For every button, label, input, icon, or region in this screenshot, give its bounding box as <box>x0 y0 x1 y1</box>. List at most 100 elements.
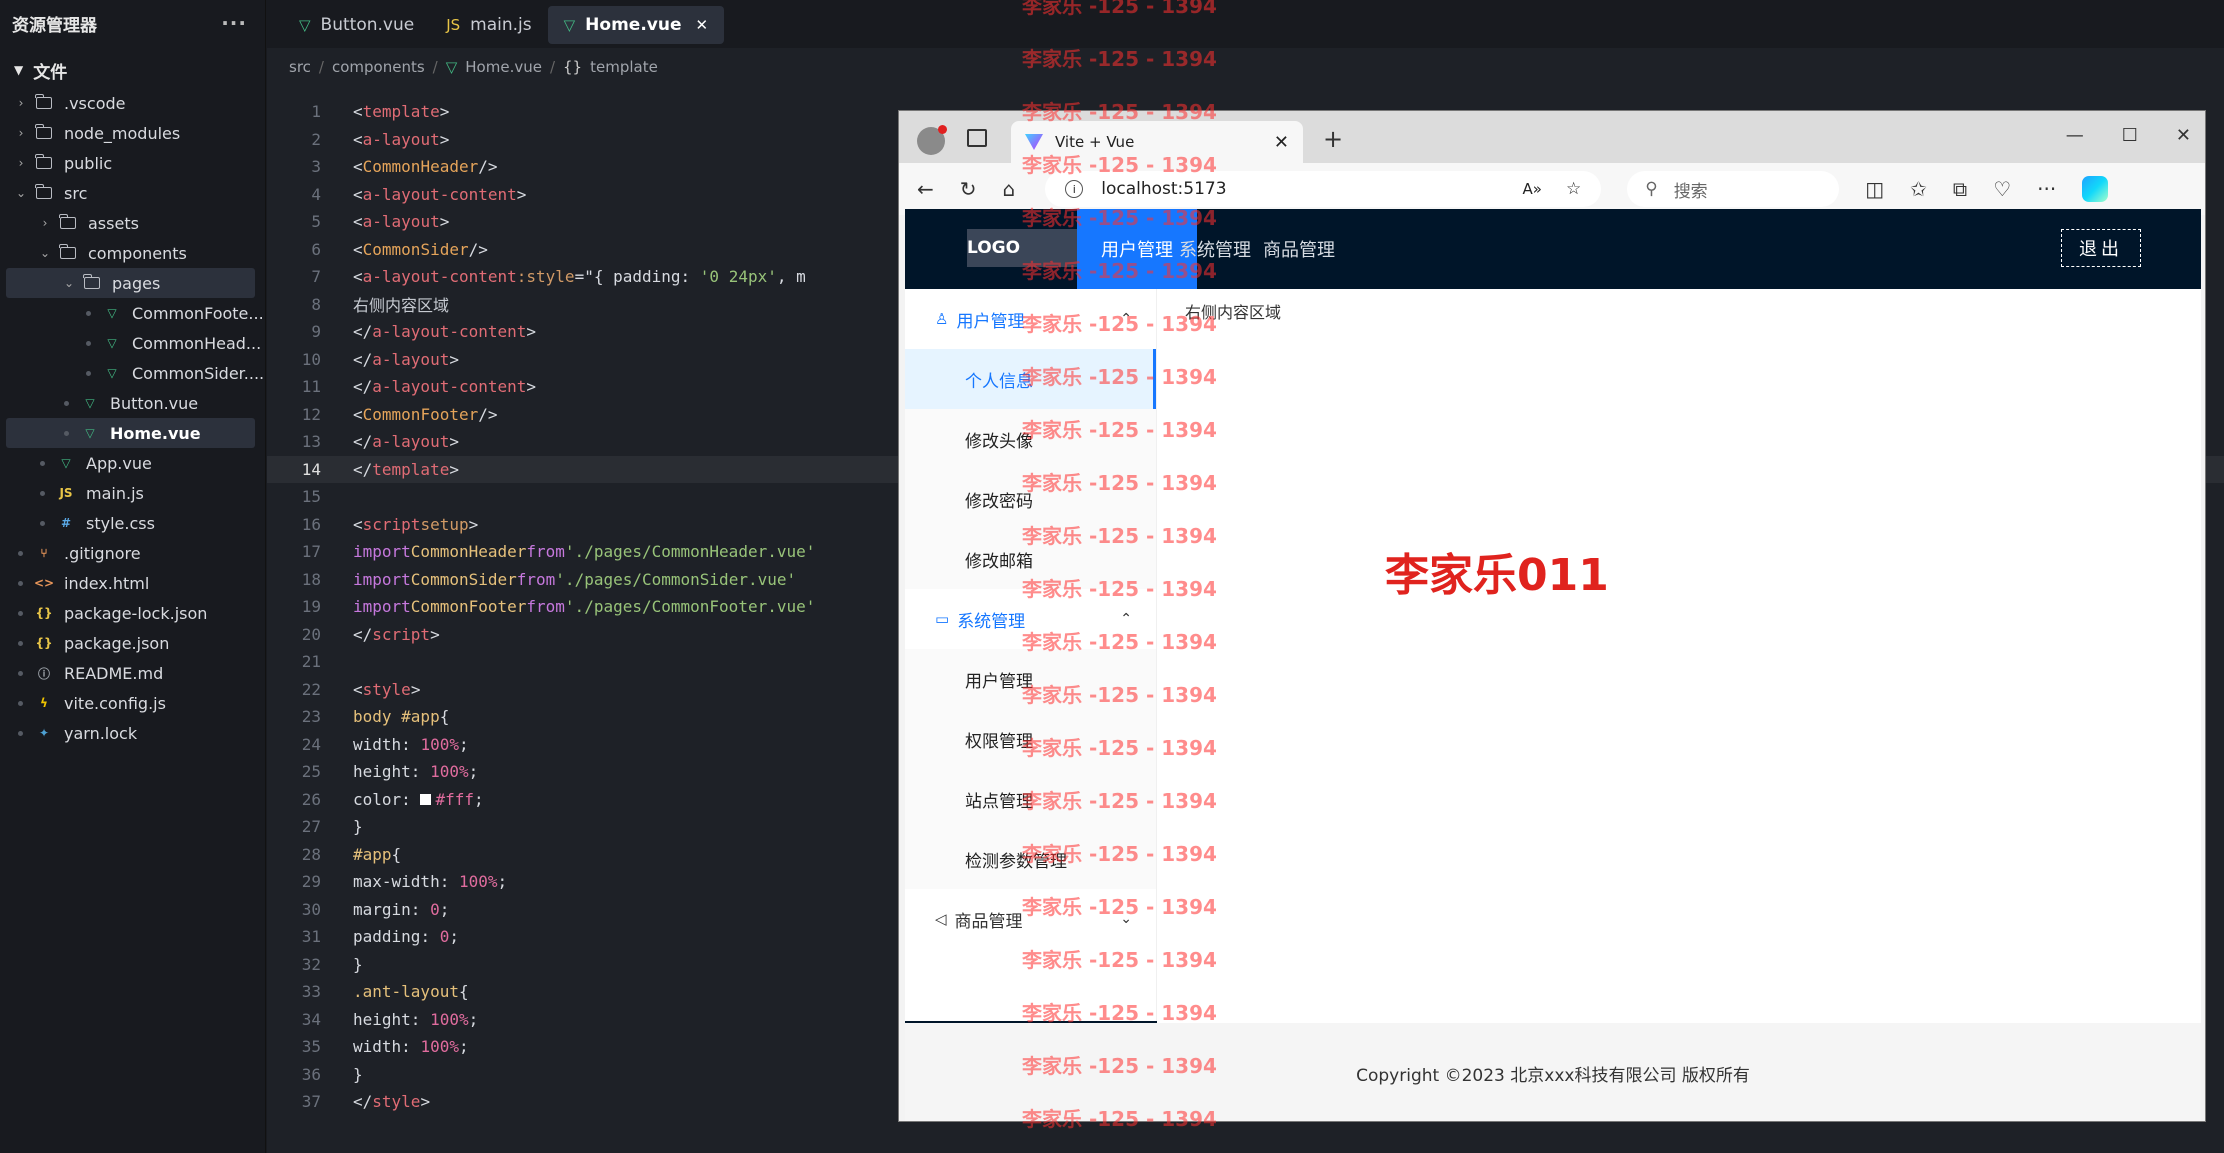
menu-item-password[interactable]: 修改密码 <box>905 469 1156 529</box>
menu-item-avatar[interactable]: 修改头像 <box>905 409 1156 469</box>
tree-item-public[interactable]: › public <box>0 148 265 178</box>
explorer-title: 资源管理器 <box>12 15 97 36</box>
close-icon[interactable]: ✕ <box>696 16 709 34</box>
chevron-right-icon: › <box>18 156 24 170</box>
tree-item-assets[interactable]: › assets <box>0 208 265 238</box>
submenu-goods[interactable]: ◁ 商品管理 ⌄ <box>905 889 1156 949</box>
notification-icon: ◁ <box>935 910 947 928</box>
breadcrumb-item[interactable]: Home.vue <box>465 58 542 76</box>
menu-item-email[interactable]: 修改邮箱 <box>905 529 1156 589</box>
html-icon: <> <box>33 576 55 590</box>
collections-icon[interactable]: ⧉ <box>1953 177 1967 201</box>
submenu-system[interactable]: ▭ 系统管理 ⌃ <box>905 589 1156 649</box>
modified-dot <box>18 580 23 586</box>
favorite-star-icon[interactable]: ☆ <box>1566 179 1581 199</box>
tree-item-commonsider[interactable]: ▽ CommonSider.... <box>0 358 265 388</box>
tree-item-src[interactable]: ⌄ src <box>0 178 265 208</box>
vue-icon: ▽ <box>563 16 576 34</box>
files-section[interactable]: ▼ 文件 <box>0 56 265 84</box>
tab-main-js[interactable]: JS main.js <box>430 6 547 44</box>
menu-item-params[interactable]: 检测参数管理 <box>905 829 1156 889</box>
back-icon[interactable]: ← <box>917 177 934 201</box>
chevron-up-icon: ⌃ <box>1120 611 1132 627</box>
modified-dot <box>64 430 69 436</box>
more-actions-icon[interactable]: ··· <box>221 11 247 35</box>
tree-item-app-vue[interactable]: ▽ App.vue <box>0 448 265 478</box>
tree-item-commonfooter[interactable]: ▽ CommonFoote... <box>0 298 265 328</box>
refresh-icon[interactable]: ↻ <box>960 177 977 201</box>
tree-item-node-modules[interactable]: › node_modules <box>0 118 265 148</box>
tab-home-vue[interactable]: ▽ Home.vue ✕ <box>547 6 725 44</box>
address-bar[interactable]: i localhost:5173 A» ☆ <box>1045 171 1602 207</box>
split-screen-icon[interactable]: ◫ <box>1865 177 1884 201</box>
menu-item-users[interactable]: 用户管理 <box>905 649 1156 709</box>
minimize-icon[interactable]: — <box>2066 125 2084 146</box>
close-tab-icon[interactable]: ✕ <box>1274 132 1289 153</box>
modified-dot <box>86 310 91 316</box>
tree-item-yarn-lock[interactable]: ✦ yarn.lock <box>0 718 265 748</box>
nav-system-management[interactable]: 系统管理 <box>1179 209 1251 289</box>
browser-essentials-icon[interactable]: ♡ <box>1993 177 2011 201</box>
new-tab-icon[interactable]: + <box>1323 125 1343 153</box>
tree-item-index-html[interactable]: <> index.html <box>0 568 265 598</box>
tree-item-package-json[interactable]: {} package.json <box>0 628 265 658</box>
laptop-icon: ▭ <box>935 610 950 628</box>
maximize-icon[interactable]: ☐ <box>2122 125 2138 146</box>
breadcrumb-item[interactable]: src <box>289 58 311 76</box>
menu-item-permissions[interactable]: 权限管理 <box>905 709 1156 769</box>
favorites-icon[interactable]: ✩ <box>1910 177 1927 201</box>
more-menu-icon[interactable]: ··· <box>2037 177 2056 201</box>
breadcrumb-item[interactable]: components <box>332 58 425 76</box>
tree-item-label: CommonFoote... <box>132 303 264 323</box>
tree-item-vite-config[interactable]: ϟ vite.config.js <box>0 688 265 718</box>
info-icon[interactable]: i <box>1065 180 1084 198</box>
tree-item-components[interactable]: ⌄ components <box>0 238 265 268</box>
js-icon: JS <box>446 16 461 34</box>
folder-icon <box>34 124 54 141</box>
chevron-down-icon: ▼ <box>14 63 24 77</box>
search-box[interactable]: ⚲ 搜索 <box>1627 171 1840 207</box>
tab-label: main.js <box>470 15 532 35</box>
close-window-icon[interactable]: ✕ <box>2176 125 2191 146</box>
logout-button[interactable]: 退出 <box>2061 229 2141 267</box>
menu-item-sites[interactable]: 站点管理 <box>905 769 1156 829</box>
tree-item-style-css[interactable]: # style.css <box>0 508 265 538</box>
tree-item-package-lock[interactable]: {} package-lock.json <box>0 598 265 628</box>
tree-item-button-vue[interactable]: ▽ Button.vue <box>0 388 265 418</box>
tree-item-readme[interactable]: ⓘ README.md <box>0 658 265 688</box>
browser-tab-title: Vite + Vue <box>1055 133 1135 151</box>
browser-toolbar: ← ↻ ⌂ i localhost:5173 A» ☆ ⚲ 搜索 ◫ ✩ ⧉ ♡… <box>899 163 2205 215</box>
json-icon: {} <box>35 636 53 650</box>
copilot-icon[interactable] <box>2082 176 2109 202</box>
tree-item-home-vue[interactable]: ▽ Home.vue <box>6 418 255 448</box>
submenu-user[interactable]: ♙ 用户管理 ⌃ <box>905 289 1156 349</box>
profile-icon[interactable] <box>917 125 947 155</box>
home-icon[interactable]: ⌂ <box>1003 177 1016 201</box>
menu-item-profile[interactable]: 个人信息 <box>905 349 1156 409</box>
explorer-title-bar: 资源管理器 ··· <box>0 0 265 46</box>
breadcrumb-item[interactable]: template <box>590 58 658 76</box>
tab-button-vue[interactable]: ▽ Button.vue <box>283 6 430 44</box>
folder-icon <box>34 154 54 171</box>
editor-tabs: ▽ Button.vue JS main.js ▽ Home.vue ✕ <box>267 0 2224 48</box>
browser-tab[interactable]: Vite + Vue ✕ <box>1011 121 1303 163</box>
tree-item-label: CommonHead... <box>132 333 262 353</box>
tab-actions-icon[interactable] <box>967 129 987 147</box>
tree-item-gitignore[interactable]: ⑂ .gitignore <box>0 538 265 568</box>
tree-item-label: src <box>64 183 88 203</box>
files-section-label: 文件 <box>33 62 68 83</box>
tree-item-label: App.vue <box>86 453 152 473</box>
folder-icon <box>58 214 78 231</box>
folder-open-icon <box>58 244 78 261</box>
tree-item-pages[interactable]: ⌄ pages <box>6 268 255 298</box>
tree-item-label: public <box>64 153 113 173</box>
search-placeholder: 搜索 <box>1673 181 1708 202</box>
tree-item-commonheader[interactable]: ▽ CommonHead... <box>0 328 265 358</box>
read-aloud-icon[interactable]: A» <box>1523 180 1542 198</box>
modified-dot <box>40 520 45 526</box>
tree-item-vscode[interactable]: › .vscode <box>0 88 265 118</box>
nav-goods-management[interactable]: 商品管理 <box>1263 209 1335 289</box>
modified-dot <box>18 670 23 676</box>
tree-item-main-js[interactable]: JS main.js <box>0 478 265 508</box>
braces-icon: {} <box>563 58 583 76</box>
